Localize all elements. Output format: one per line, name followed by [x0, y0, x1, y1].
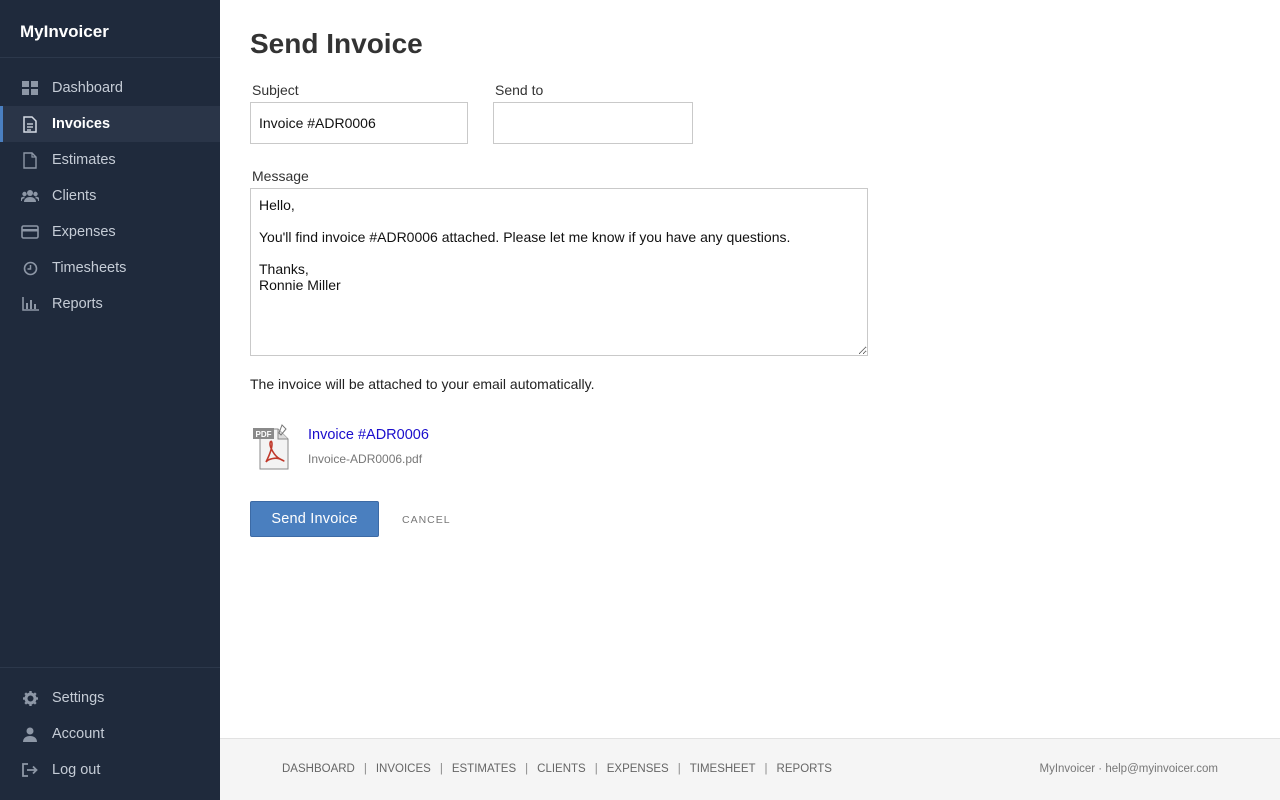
attachment-link[interactable]: Invoice #ADR0006	[308, 427, 429, 443]
sidebar-item-label: Clients	[52, 188, 97, 204]
sidebar-item-logout[interactable]: Log out	[0, 752, 220, 788]
footer-link-estimates[interactable]: ESTIMATES	[452, 763, 516, 775]
footer-separator: |	[594, 763, 598, 775]
sidebar-item-estimates[interactable]: Estimates	[0, 142, 220, 178]
subject-input[interactable]	[250, 102, 468, 144]
footer-link-invoices[interactable]: INVOICES	[376, 763, 431, 775]
sidebar-item-clients[interactable]: Clients	[0, 178, 220, 214]
footer-separator: |	[677, 763, 681, 775]
gear-icon	[20, 688, 40, 708]
dashboard-icon	[20, 78, 40, 98]
sidebar-bottom-nav: Settings Account Log out	[0, 667, 220, 788]
file-icon	[20, 150, 40, 170]
footer-separator: |	[439, 763, 443, 775]
sidebar-item-settings[interactable]: Settings	[0, 680, 220, 716]
sidebar-item-label: Account	[52, 726, 105, 742]
footer-link-dashboard[interactable]: DASHBOARD	[282, 763, 355, 775]
message-textarea[interactable]: Hello, You'll find invoice #ADR0006 atta…	[250, 188, 868, 356]
footer-link-reports[interactable]: REPORTS	[777, 763, 832, 775]
main-content: Send Invoice Subject Send to Message Hel…	[220, 0, 1280, 738]
sidebar-item-reports[interactable]: Reports	[0, 286, 220, 322]
footer-contact: MyInvoicer · help@myinvoicer.com	[1039, 763, 1218, 775]
send-to-label: Send to	[495, 82, 544, 98]
footer-separator: |	[525, 763, 529, 775]
sidebar-item-account[interactable]: Account	[0, 716, 220, 752]
sidebar: MyInvoicer Dashboard Invoices Estimates …	[0, 0, 220, 800]
cancel-button[interactable]: CANCEL	[402, 514, 451, 526]
footer-link-expenses[interactable]: EXPENSES	[607, 763, 669, 775]
footer-link-clients[interactable]: CLIENTS	[537, 763, 586, 775]
sidebar-item-label: Log out	[52, 762, 101, 778]
page-title: Send Invoice	[250, 28, 423, 59]
sidebar-nav: Dashboard Invoices Estimates Clients Exp…	[0, 70, 220, 322]
footer: DASHBOARD | INVOICES | ESTIMATES | CLIEN…	[220, 738, 1280, 800]
subject-label: Subject	[252, 82, 299, 98]
brand-logo[interactable]: MyInvoicer	[0, 0, 220, 58]
bar-chart-icon	[20, 294, 40, 314]
sidebar-item-label: Estimates	[52, 152, 116, 168]
footer-link-timesheet[interactable]: TIMESHEET	[690, 763, 756, 775]
footer-separator: |	[764, 763, 768, 775]
footer-separator: |	[363, 763, 367, 775]
sidebar-item-expenses[interactable]: Expenses	[0, 214, 220, 250]
pdf-badge: PDF	[256, 430, 272, 439]
pdf-file-icon: PDF	[252, 424, 292, 470]
send-to-input[interactable]	[493, 102, 693, 144]
sidebar-item-invoices[interactable]: Invoices	[0, 106, 220, 142]
sidebar-item-label: Dashboard	[52, 80, 123, 96]
footer-links: DASHBOARD | INVOICES | ESTIMATES | CLIEN…	[282, 763, 832, 775]
attachment-filename: Invoice-ADR0006.pdf	[308, 452, 423, 466]
sidebar-item-label: Expenses	[52, 224, 116, 240]
sidebar-item-label: Invoices	[52, 116, 111, 132]
sidebar-item-timesheets[interactable]: Timesheets	[0, 250, 220, 286]
sidebar-item-label: Settings	[52, 690, 105, 706]
message-label: Message	[252, 168, 309, 184]
sidebar-item-dashboard[interactable]: Dashboard	[0, 70, 220, 106]
user-icon	[20, 724, 40, 744]
attachment: PDF Invoice #ADR0006 Invoice-ADR0006.pdf	[250, 424, 650, 472]
send-invoice-button[interactable]: Send Invoice	[250, 501, 379, 537]
logout-icon	[20, 760, 40, 780]
users-icon	[20, 186, 40, 206]
sidebar-item-label: Reports	[52, 296, 103, 312]
sidebar-item-label: Timesheets	[52, 260, 127, 276]
clock-icon	[20, 258, 40, 278]
document-icon	[20, 114, 40, 134]
credit-card-icon	[20, 222, 40, 242]
attachment-note: The invoice will be attached to your ema…	[250, 376, 595, 392]
